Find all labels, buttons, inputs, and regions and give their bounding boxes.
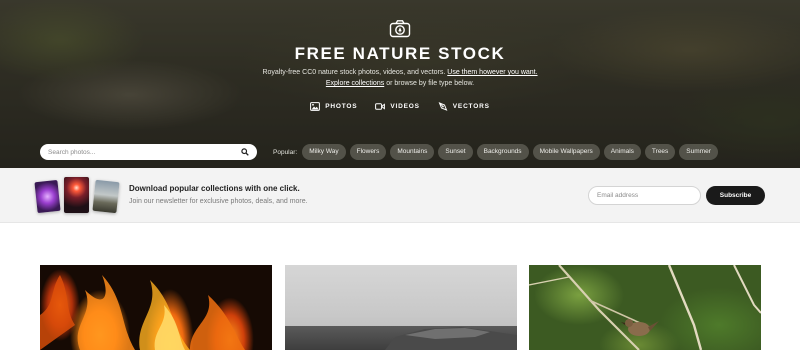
photos-link[interactable]: PHOTOS — [310, 102, 357, 111]
vectors-label: VECTORS — [452, 103, 490, 110]
tag-flowers[interactable]: Flowers — [349, 144, 387, 160]
collection-thumbnails — [34, 177, 120, 215]
subscribe-button[interactable]: Subscribe — [706, 186, 765, 205]
vector-pen-icon — [438, 102, 448, 111]
popular-tags: Popular: Milky Way Flowers Mountains Sun… — [273, 144, 718, 160]
camera-icon — [389, 20, 411, 38]
search-icon[interactable] — [241, 148, 249, 156]
fire-photo[interactable] — [40, 265, 272, 350]
tag-mountains[interactable]: Mountains — [390, 144, 435, 160]
tag-backgrounds[interactable]: Backgrounds — [476, 144, 529, 160]
tag-mobile-wallpapers[interactable]: Mobile Wallpapers — [532, 144, 600, 160]
bird-on-branch-art — [529, 265, 761, 350]
popular-label: Popular: — [273, 148, 298, 156]
hero-banner: FREE NATURE STOCK Royalty-free CC0 natur… — [0, 0, 800, 168]
email-field[interactable] — [588, 186, 701, 205]
usage-link[interactable]: Use them however you want. — [447, 69, 537, 76]
flower-thumbnail — [34, 179, 61, 214]
tag-milky-way[interactable]: Milky Way — [302, 144, 346, 160]
vectors-link[interactable]: VECTORS — [438, 102, 490, 111]
flames-art — [40, 275, 245, 350]
hero-subtitle: Royalty-free CC0 nature stock photos, vi… — [0, 69, 800, 76]
explore-suffix: or browse by file type below. — [386, 80, 475, 87]
tag-summer[interactable]: Summer — [679, 144, 718, 160]
sunset-thumbnail — [64, 177, 89, 213]
mountain-art — [385, 327, 517, 350]
photos-label: PHOTOS — [325, 103, 358, 110]
subtitle-text: Royalty-free CC0 nature stock photos, vi… — [262, 69, 446, 76]
tag-sunset[interactable]: Sunset — [438, 144, 473, 160]
tag-animals[interactable]: Animals — [603, 144, 641, 160]
site-title: FREE NATURE STOCK — [294, 44, 506, 63]
video-icon — [375, 103, 386, 110]
search-bar — [40, 144, 257, 160]
search-input[interactable] — [48, 148, 241, 156]
bird-photo[interactable] — [529, 265, 761, 350]
mountain-photo[interactable] — [285, 265, 517, 350]
newsletter-subtitle: Join our newsletter for exclusive photos… — [129, 198, 308, 205]
image-icon — [310, 102, 321, 111]
explore-collections-link[interactable]: Explore collections — [326, 80, 384, 87]
landscape-thumbnail — [92, 179, 120, 214]
hero-subtitle-line2: Explore collections or browse by file ty… — [0, 80, 800, 87]
newsletter-title: Download popular collections with one cl… — [129, 184, 300, 193]
videos-link[interactable]: VIDEOS — [375, 102, 419, 111]
tag-trees[interactable]: Trees — [644, 144, 676, 160]
file-type-nav: PHOTOS VIDEOS VECTORS — [0, 102, 800, 111]
videos-label: VIDEOS — [390, 103, 420, 110]
